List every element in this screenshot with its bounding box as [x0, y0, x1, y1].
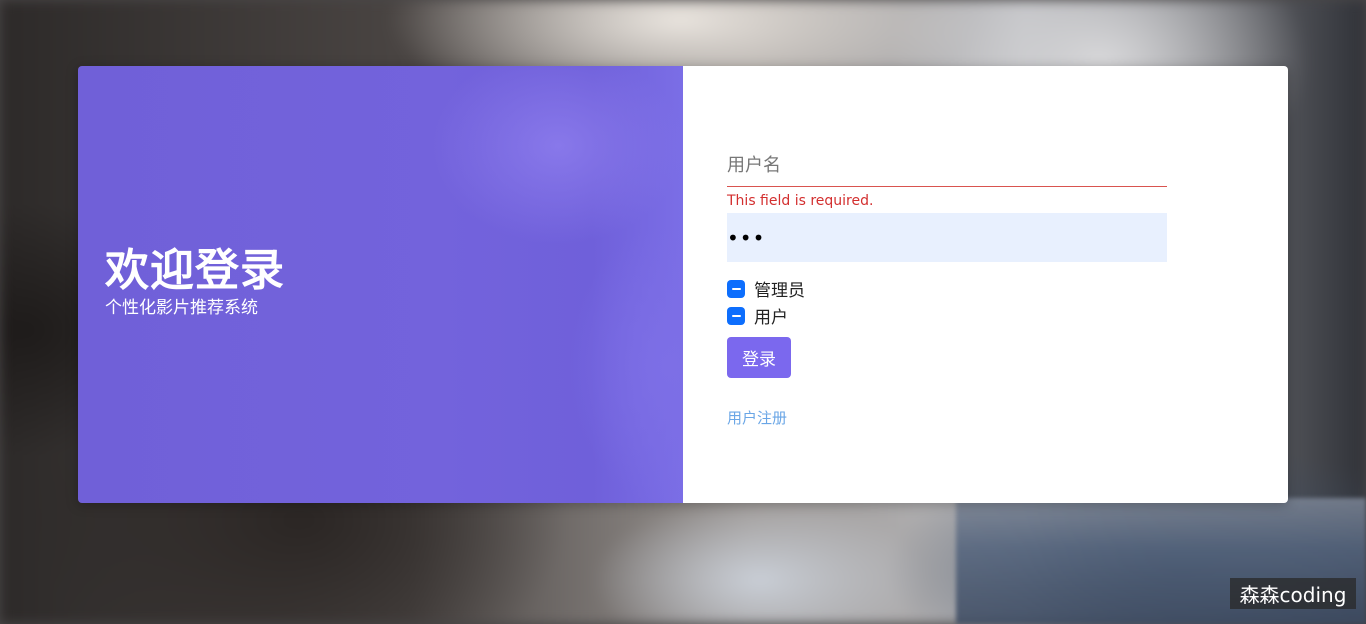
- role-admin-checkbox[interactable]: [727, 279, 745, 298]
- login-form-panel: This field is required. ••• 管理员 用户 登录 用户…: [683, 66, 1288, 503]
- role-admin-label: 管理员: [754, 281, 805, 301]
- username-input[interactable]: [727, 144, 1167, 187]
- role-admin-option[interactable]: 管理员: [727, 276, 805, 301]
- welcome-panel: 欢迎登录 个性化影片推荐系统: [78, 66, 683, 503]
- register-link[interactable]: 用户注册: [727, 407, 787, 428]
- welcome-title: 欢迎登录: [105, 245, 285, 296]
- username-error-message: This field is required.: [727, 193, 874, 209]
- login-card: 欢迎登录 个性化影片推荐系统 This field is required. •…: [78, 66, 1288, 503]
- role-user-checkbox[interactable]: [727, 306, 745, 325]
- role-user-option[interactable]: 用户: [727, 303, 788, 328]
- login-button[interactable]: 登录: [727, 337, 791, 378]
- password-input[interactable]: •••: [727, 213, 1167, 262]
- password-mask: •••: [727, 225, 766, 250]
- welcome-subtitle: 个性化影片推荐系统: [105, 298, 258, 318]
- watermark: 森森coding: [1230, 578, 1356, 609]
- role-user-label: 用户: [754, 308, 788, 328]
